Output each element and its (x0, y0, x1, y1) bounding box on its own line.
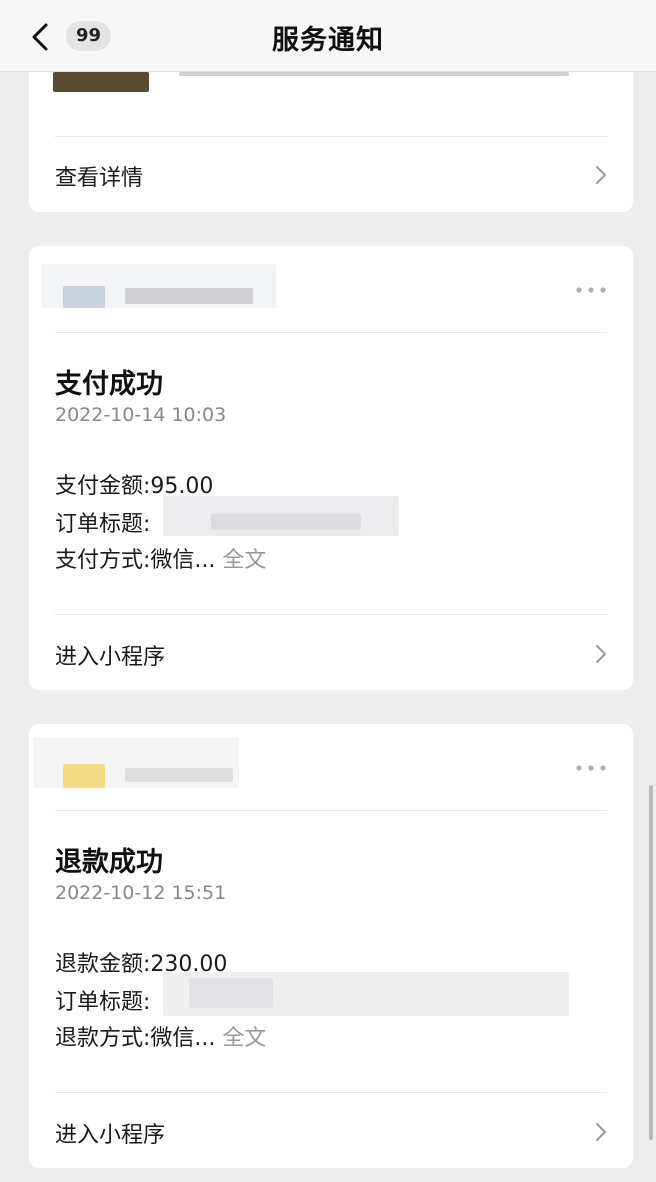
field-label: 支付方式: (55, 548, 151, 573)
field-label: 退款方式: (55, 1026, 151, 1051)
view-details-link[interactable]: 查看详情 (55, 160, 143, 192)
more-icon[interactable] (575, 764, 607, 772)
payment-method-line: 支付方式:微信... 全文 (55, 542, 266, 574)
field-value: 微信... (150, 1026, 216, 1051)
page-title: 服务通知 (272, 25, 384, 56)
blurred-app-title (125, 768, 233, 782)
enter-mini-program-link[interactable]: 进入小程序 (55, 639, 165, 671)
field-value: 微信... (150, 548, 216, 573)
enter-mini-program-link[interactable]: 进入小程序 (55, 1117, 165, 1149)
order-title-line: 订单标题: (55, 984, 150, 1016)
chevron-right-icon (596, 166, 606, 184)
notification-card-refund: 退款成功 2022-10-12 15:51 退款金额:230.00 订单标题: … (29, 724, 633, 1168)
divider (55, 136, 607, 137)
more-icon[interactable] (575, 286, 607, 294)
field-label: 订单标题: (55, 512, 151, 537)
field-label: 订单标题: (55, 990, 151, 1015)
notification-card-payment: 支付成功 2022-10-14 10:03 支付金额:95.00 订单标题: 支… (29, 246, 633, 690)
app-icon (63, 764, 105, 788)
notification-time: 2022-10-12 15:51 (55, 882, 227, 904)
divider (55, 810, 607, 811)
divider (55, 614, 607, 615)
blurred-app-title (125, 288, 253, 304)
thumbnail-image (53, 72, 149, 92)
refund-method-line: 退款方式:微信... 全文 (55, 1020, 266, 1052)
chevron-right-icon (596, 1123, 606, 1141)
blurred-order-title (211, 514, 361, 530)
field-label: 退款金额: (55, 952, 151, 977)
scrollbar[interactable] (649, 785, 653, 1140)
divider (55, 1092, 607, 1093)
notification-title: 退款成功 (55, 847, 163, 878)
notification-title: 支付成功 (55, 369, 163, 400)
full-text-link[interactable]: 全文 (222, 548, 266, 573)
order-title-line: 订单标题: (55, 506, 150, 538)
top-bar: 99 服务通知 (0, 0, 656, 72)
divider (55, 332, 607, 333)
blurred-text (179, 72, 569, 76)
full-text-link[interactable]: 全文 (222, 1026, 266, 1051)
notification-time: 2022-10-14 10:03 (55, 404, 227, 426)
app-icon (63, 286, 105, 308)
blurred-order-title (189, 978, 273, 1008)
field-label: 支付金额: (55, 474, 151, 499)
chevron-right-icon (596, 645, 606, 663)
